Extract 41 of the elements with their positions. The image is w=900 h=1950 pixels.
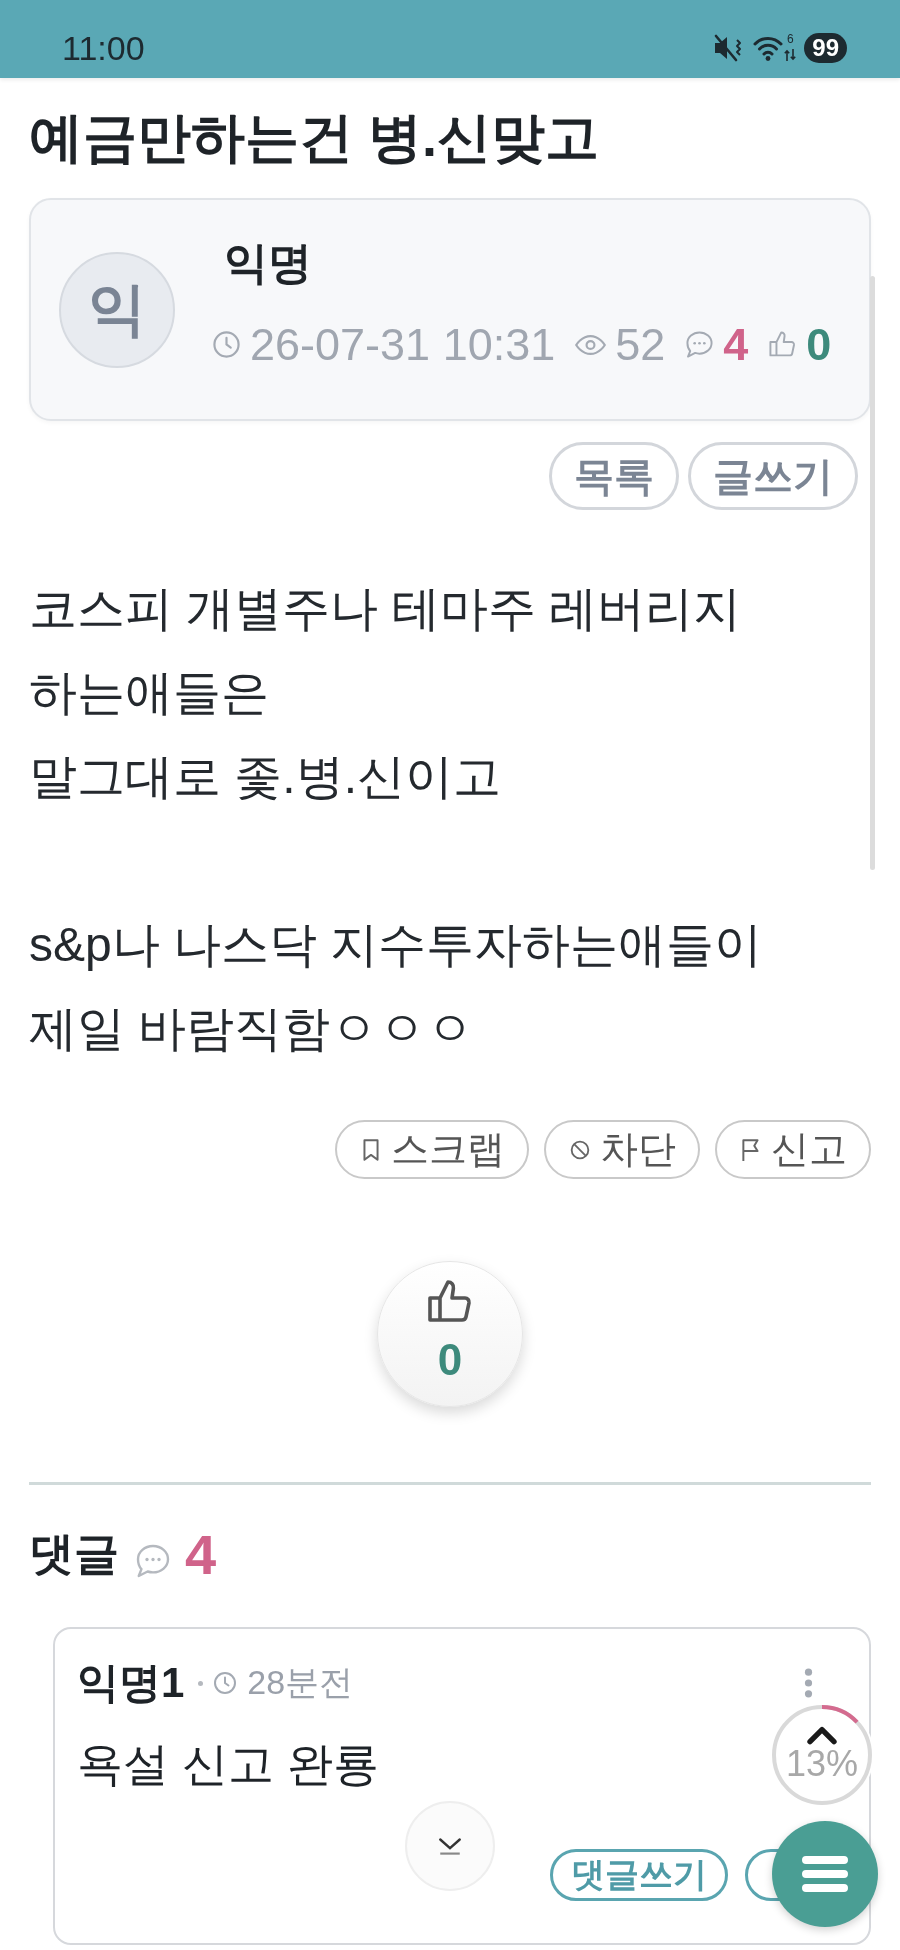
post-datetime: 26-07-31 10:31	[250, 318, 556, 371]
thumbs-up-icon	[768, 330, 798, 359]
more-icon[interactable]	[804, 1667, 813, 1699]
flag-icon	[741, 1137, 761, 1162]
comment-count: 4	[723, 318, 749, 371]
like-count: 0	[806, 318, 832, 371]
reply-button[interactable]: 댓글쓰기	[550, 1849, 728, 1901]
status-time: 11:00	[62, 28, 145, 68]
avatar: 익	[59, 251, 175, 368]
comment-text: 욕설 신고 완룡	[77, 1737, 379, 1792]
list-button[interactable]: 목록	[549, 442, 679, 510]
chevron-up-icon	[806, 1725, 838, 1745]
comments-count: 4	[185, 1521, 217, 1587]
author-name: 익명	[224, 237, 312, 288]
comment-author: 익명1	[77, 1658, 185, 1708]
chevron-down-icon	[437, 1836, 463, 1856]
comment-icon	[135, 1543, 171, 1579]
report-button[interactable]: 신고	[715, 1120, 871, 1179]
comment-icon	[685, 330, 715, 359]
clock-icon	[213, 1671, 238, 1695]
clock-icon	[212, 330, 241, 359]
write-button[interactable]: 글쓰기	[688, 442, 858, 510]
separator-dot-icon	[198, 1680, 204, 1686]
battery-indicator: 99	[804, 33, 847, 63]
eye-icon	[575, 333, 607, 356]
data-arrows-icon	[784, 49, 797, 61]
scroll-top-button[interactable]: 13%	[770, 1703, 874, 1807]
mute-icon	[713, 34, 744, 62]
menu-icon	[801, 1855, 849, 1893]
block-button[interactable]: 차단	[544, 1120, 700, 1179]
post-body: 코스피 개별주나 테마주 레버리지 하는애들은 말그대로 좇.병.신이고 s&p나 나스닥 지수투자하는애들이 제일 바람직함ㅇㅇㅇ	[29, 581, 764, 1057]
menu-button[interactable]	[772, 1821, 878, 1927]
post-title: 예금만하는건 병.신맞고	[29, 106, 600, 169]
comments-heading: 댓글	[29, 1527, 119, 1581]
wifi-generation: 6	[786, 33, 794, 46]
wifi-icon	[753, 35, 784, 61]
view-count: 52	[615, 318, 666, 371]
bookmark-button[interactable]: 스크랩	[335, 1120, 529, 1179]
like-button[interactable]: 0	[377, 1261, 523, 1407]
bookmark-icon	[361, 1137, 381, 1162]
comment-time: 28분전	[247, 1662, 354, 1703]
